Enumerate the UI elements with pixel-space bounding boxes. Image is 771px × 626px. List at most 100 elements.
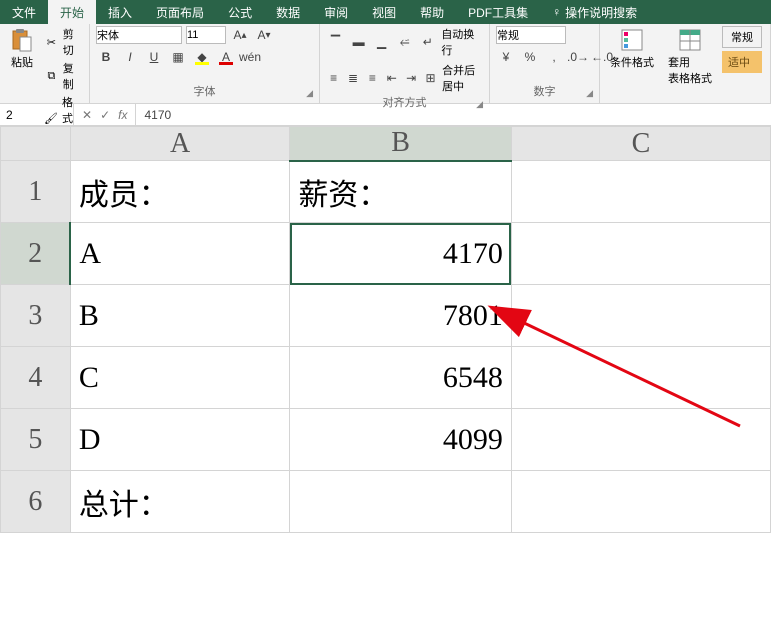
row-head[interactable]: 1 (1, 161, 71, 223)
cell-a4[interactable]: C (70, 347, 290, 409)
table-row: 3 B 7801 (1, 285, 771, 347)
row-head[interactable]: 2 (1, 223, 71, 285)
align-top-button[interactable]: ▔ (326, 33, 345, 51)
align-bottom-button[interactable]: ▁ (372, 33, 391, 51)
col-head-a[interactable]: A (70, 127, 290, 161)
phonetic-button[interactable]: wén (240, 48, 260, 66)
align-center-button[interactable]: ≣ (345, 69, 360, 87)
merge-center-label: 合并后居中 (442, 62, 483, 94)
wrap-text-button[interactable]: ↵ (418, 33, 437, 51)
decrease-font-button[interactable]: A▾ (254, 26, 274, 44)
fx-icon[interactable]: fx (118, 108, 127, 122)
col-head-c[interactable]: C (511, 127, 770, 161)
cell-c4[interactable] (511, 347, 770, 409)
cell-c2[interactable] (511, 223, 770, 285)
worksheet: A B C 1 成员： 薪资： 2 A 4170 3 B 7801 4 C 65… (0, 126, 771, 533)
tab-insert[interactable]: 插入 (96, 0, 144, 24)
align-left-button[interactable]: ≡ (326, 69, 341, 87)
dialog-launcher-icon[interactable]: ◢ (586, 88, 593, 99)
comma-button[interactable]: , (544, 48, 564, 66)
table-row: 1 成员： 薪资： (1, 161, 771, 223)
increase-indent-button[interactable]: ⇥ (403, 69, 418, 87)
table-row: 6 总计： (1, 471, 771, 533)
italic-button[interactable]: I (120, 48, 140, 66)
font-size-combo[interactable] (186, 26, 226, 44)
conditional-format-label: 条件格式 (610, 54, 654, 70)
tab-help[interactable]: 帮助 (408, 0, 456, 24)
conditional-format-icon (620, 28, 644, 52)
font-name-combo[interactable] (96, 26, 182, 44)
underline-button[interactable]: U (144, 48, 164, 66)
cell-a6[interactable]: 总计： (70, 471, 290, 533)
dialog-launcher-icon[interactable]: ◢ (306, 88, 313, 99)
tab-review[interactable]: 审阅 (312, 0, 360, 24)
cancel-icon[interactable]: ✕ (82, 108, 92, 122)
bold-button[interactable]: B (96, 48, 116, 66)
row-head[interactable]: 6 (1, 471, 71, 533)
cell-b2[interactable]: 4170 (290, 223, 512, 285)
font-color-button[interactable]: A (216, 48, 236, 66)
group-label-number: 数字◢ (496, 83, 593, 101)
border-button[interactable]: ▦ (168, 48, 188, 66)
cell-style-normal[interactable]: 常规 (722, 26, 762, 48)
tab-data[interactable]: 数据 (264, 0, 312, 24)
dialog-launcher-icon[interactable]: ◢ (476, 99, 483, 110)
cut-label: 剪切 (63, 26, 83, 58)
table-icon (678, 28, 702, 52)
cell-c1[interactable] (511, 161, 770, 223)
cell-c5[interactable] (511, 409, 770, 471)
cell-style-moderate[interactable]: 适中 (722, 51, 762, 73)
row-head[interactable]: 5 (1, 409, 71, 471)
number-format-combo[interactable] (496, 26, 566, 44)
cell-b4[interactable]: 6548 (290, 347, 512, 409)
paste-button[interactable]: 粘贴 (6, 26, 38, 72)
table-row: 4 C 6548 (1, 347, 771, 409)
row-head[interactable]: 4 (1, 347, 71, 409)
currency-button[interactable]: ¥ (496, 48, 516, 66)
cell-c6[interactable] (511, 471, 770, 533)
percent-button[interactable]: % (520, 48, 540, 66)
increase-decimal-button[interactable]: .0→ (568, 48, 588, 66)
paste-icon (10, 28, 34, 52)
cut-button[interactable]: ✂ 剪切 (44, 26, 83, 58)
decrease-indent-button[interactable]: ⇤ (384, 69, 399, 87)
cell-a3[interactable]: B (70, 285, 290, 347)
col-head-b[interactable]: B (290, 127, 512, 161)
group-label-alignment: 对齐方式◢ (326, 94, 483, 112)
tab-formulas[interactable]: 公式 (216, 0, 264, 24)
orientation-button[interactable]: ⭁ (395, 33, 414, 51)
paste-label: 粘贴 (11, 54, 33, 70)
tell-me[interactable]: ♀ 操作说明搜索 (540, 0, 649, 24)
merge-center-button[interactable]: ⊞ (423, 69, 438, 87)
tab-pdf-tools[interactable]: PDF工具集 (456, 0, 540, 24)
format-as-table-button[interactable]: 套用 表格格式 (664, 26, 716, 88)
increase-font-button[interactable]: A▴ (230, 26, 250, 44)
format-as-table-label: 套用 表格格式 (668, 54, 712, 86)
copy-label: 复制 (63, 60, 83, 92)
group-styles: 条件格式 套用 表格格式 常规 适中 (600, 24, 771, 103)
cell-b3[interactable]: 7801 (290, 285, 512, 347)
group-font: A▴ A▾ B I U ▦ ◆ A wén 字体◢ (90, 24, 320, 103)
scissors-icon: ✂ (44, 34, 59, 50)
tab-page-layout[interactable]: 页面布局 (144, 0, 216, 24)
enter-icon[interactable]: ✓ (100, 108, 110, 122)
copy-button[interactable]: ⧉ 复制 (44, 60, 83, 92)
cell-b6[interactable] (290, 471, 512, 533)
cell-c3[interactable] (511, 285, 770, 347)
align-middle-button[interactable]: ▬ (349, 33, 368, 51)
name-box[interactable]: 2 (0, 104, 74, 125)
cell-a5[interactable]: D (70, 409, 290, 471)
tab-file[interactable]: 文件 (0, 0, 48, 24)
cell-b1[interactable]: 薪资： (290, 161, 512, 223)
cell-a1[interactable]: 成员： (70, 161, 290, 223)
copy-icon: ⧉ (44, 68, 59, 84)
conditional-format-button[interactable]: 条件格式 (606, 26, 658, 72)
fill-color-button[interactable]: ◆ (192, 48, 212, 66)
row-head[interactable]: 3 (1, 285, 71, 347)
align-right-button[interactable]: ≡ (365, 69, 380, 87)
tab-home[interactable]: 开始 (48, 0, 96, 24)
select-all-button[interactable] (1, 127, 71, 161)
tab-view[interactable]: 视图 (360, 0, 408, 24)
cell-b5[interactable]: 4099 (290, 409, 512, 471)
cell-a2[interactable]: A (70, 223, 290, 285)
